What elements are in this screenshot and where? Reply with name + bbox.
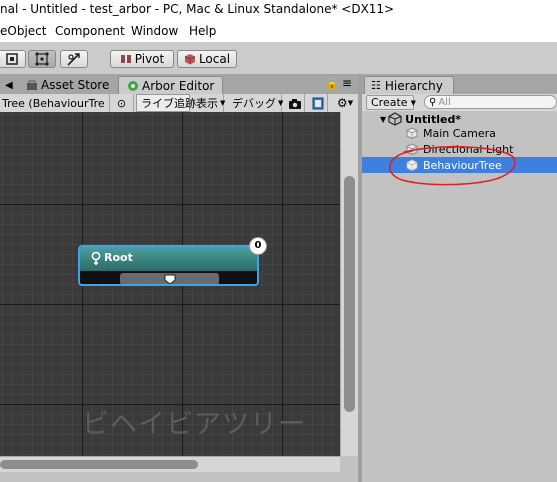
hierarchy-toolbar: Create ▼ ⚲ All <box>362 94 557 112</box>
canvas-watermark: ビヘイビアツリー <box>82 409 306 440</box>
hierarchy-search-field[interactable]: ⚲ All <box>424 95 557 109</box>
menu-bar: eObject Component Window Help <box>0 20 557 42</box>
menu-component[interactable]: Component <box>55 24 125 38</box>
settings-dropdown-arrow-icon: ▼ <box>347 99 354 107</box>
tab-hierarchy[interactable]: ☷ Hierarchy <box>364 76 454 94</box>
unity-scene-icon <box>388 112 402 126</box>
live-tracking-label: ライブ追跡 <box>141 97 196 110</box>
tab-overflow-icon: ◀ <box>5 79 13 91</box>
debug-label: デバッグ <box>232 97 276 110</box>
tab-hierarchy-label: Hierarchy <box>384 78 443 93</box>
hierarchy-item-main-camera[interactable]: Main Camera <box>362 125 557 141</box>
tab-arbor-editor[interactable]: Arbor Editor <box>118 76 223 94</box>
bottom-status-strip <box>0 472 358 482</box>
menu-help[interactable]: Help <box>189 24 216 38</box>
create-label: Create <box>371 96 408 109</box>
book-icon <box>312 97 323 109</box>
horizontal-scroll-thumb[interactable] <box>0 460 198 469</box>
help-book-button[interactable] <box>308 94 328 112</box>
red-highlight-annotation <box>389 145 516 186</box>
transform-tool-button[interactable] <box>60 50 88 68</box>
target-icon: ⊙ <box>116 96 127 110</box>
root-node[interactable]: Root <box>78 245 259 286</box>
display-label: 表示 <box>196 97 218 110</box>
global-toggle-button[interactable]: Local <box>177 50 237 68</box>
pivot-icon <box>120 55 131 63</box>
menu-window[interactable]: Window <box>131 24 178 38</box>
target-picker-button[interactable]: ⊙ <box>110 94 134 112</box>
transform-tool-icon <box>67 53 80 66</box>
tab-arbor-editor-label: Arbor Editor <box>142 78 215 93</box>
global-label: Local <box>198 52 231 66</box>
debug-dropdown[interactable]: デバッグ ▼ <box>228 94 284 112</box>
camera-icon <box>288 98 301 109</box>
create-dropdown-arrow-icon: ▼ <box>410 98 416 107</box>
search-icon: ⚲ <box>429 96 437 108</box>
scene-name: Untitled* <box>405 112 462 126</box>
output-slot-icon <box>164 274 175 284</box>
root-node-header[interactable]: Root <box>80 247 257 271</box>
rect-tool-button[interactable] <box>28 50 56 68</box>
settings-button[interactable]: ⚙ ▼ <box>332 94 358 112</box>
node-count-badge: 0 <box>249 237 267 255</box>
pivot-toggle-button[interactable]: Pivot <box>110 50 174 68</box>
tree-selector-label: Tree (BehaviourTre <box>2 96 105 110</box>
local-cube-icon <box>184 54 196 65</box>
root-pin-icon <box>91 251 101 265</box>
screenshot-button[interactable] <box>285 94 305 112</box>
live-tracking-toggle[interactable]: ライブ追跡 <box>136 94 196 112</box>
display-dropdown[interactable]: 表示 ▼ <box>192 94 226 112</box>
root-output-slot[interactable] <box>120 273 219 284</box>
canvas-horizontal-scrollbar[interactable] <box>0 456 340 472</box>
menu-gameobject[interactable]: eObject <box>0 24 46 38</box>
scale-tool-button[interactable] <box>0 50 26 68</box>
tab-hidden[interactable]: ◀ <box>2 76 20 94</box>
lock-icon[interactable]: 🔒 <box>325 77 339 90</box>
left-panel-tabs: ◀ Asset Store Arbor Editor 🔒 ≡ <box>0 74 358 95</box>
hierarchy-tabs: ☷ Hierarchy <box>362 74 557 95</box>
tree-selector[interactable]: Tree (BehaviourTre <box>0 94 110 112</box>
hierarchy-list-icon: ☷ <box>371 79 381 92</box>
canvas-vertical-scrollbar[interactable] <box>340 112 358 456</box>
behaviour-tree-canvas[interactable]: Root 0 ビヘイビアツリー <box>0 112 340 456</box>
scale-tool-icon <box>6 53 18 65</box>
tab-menu-icon[interactable]: ≡ <box>342 76 352 90</box>
tab-asset-store-label: Asset Store <box>41 78 110 92</box>
debug-dropdown-arrow-icon: ▼ <box>278 99 284 107</box>
arbor-icon <box>128 80 138 91</box>
search-placeholder: All <box>438 96 451 108</box>
main-toolbar: Pivot Local <box>0 42 557 75</box>
scene-expand-icon[interactable]: ▼ <box>380 115 386 124</box>
tab-asset-store[interactable]: Asset Store <box>26 76 109 94</box>
window-title: nal - Untitled - test_arbor - PC, Mac & … <box>0 2 395 16</box>
gameobject-cube-icon <box>406 127 418 139</box>
asset-store-icon <box>27 80 37 90</box>
rect-tool-icon <box>35 52 49 66</box>
display-dropdown-arrow-icon: ▼ <box>220 99 226 107</box>
root-node-title: Root <box>104 251 133 264</box>
hierarchy-item-label: Main Camera <box>423 126 496 140</box>
pivot-label: Pivot <box>134 52 165 66</box>
create-dropdown[interactable]: Create ▼ <box>366 95 416 110</box>
gear-icon: ⚙ <box>336 96 348 110</box>
vertical-scroll-thumb[interactable] <box>344 176 355 412</box>
arbor-editor-toolbar: Tree (BehaviourTre ⊙ ライブ追跡 表示 ▼ デバッグ ▼ ⚙… <box>0 94 358 113</box>
window-title-bar: nal - Untitled - test_arbor - PC, Mac & … <box>0 0 557 20</box>
